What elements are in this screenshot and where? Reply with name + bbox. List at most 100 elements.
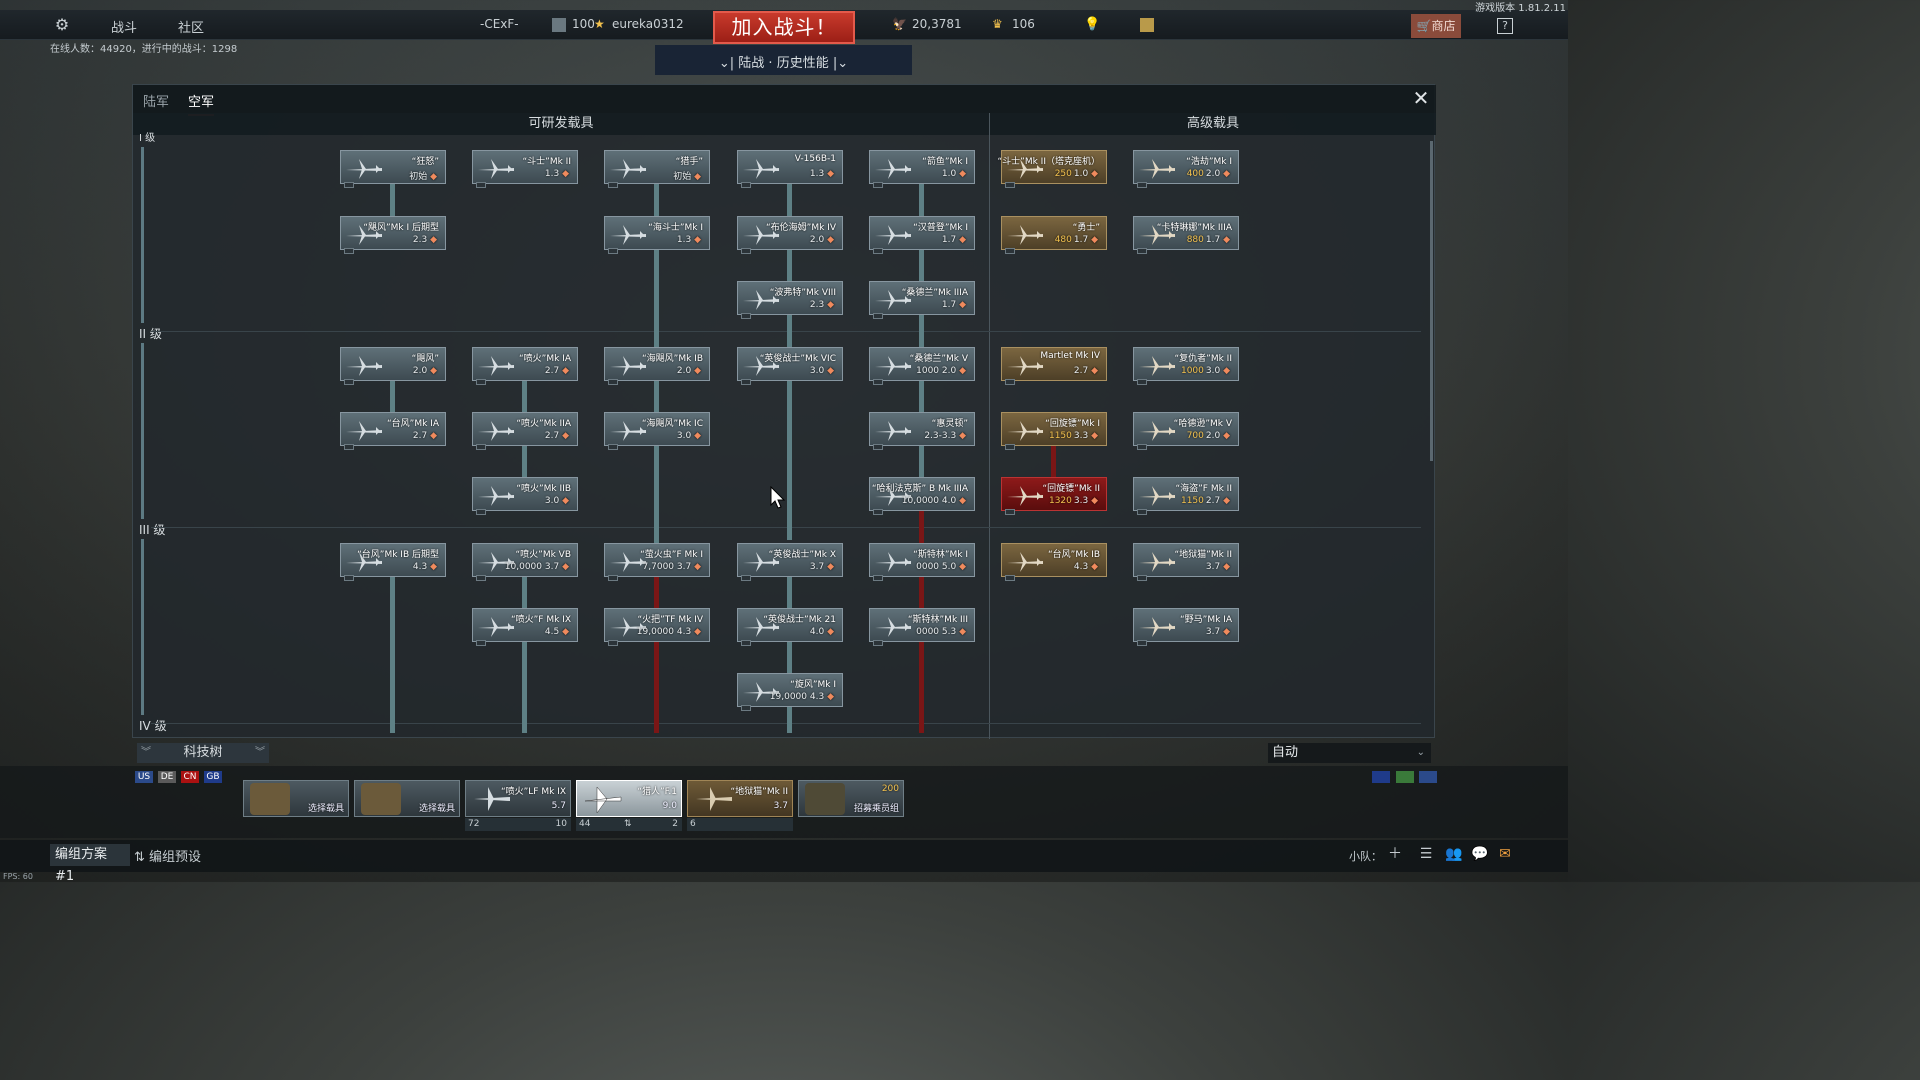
tech-tree-toggle[interactable]: ︾ 科技树 ︾ (137, 743, 269, 763)
plane-icon (743, 159, 779, 179)
vehicle-card[interactable]: “布伦海姆”Mk IV 2.0 ◆ (737, 216, 843, 254)
premium-vehicle-card[interactable]: “地狱猫”Mk II 3.7 ◆ (1133, 543, 1239, 581)
vehicle-card[interactable]: “台风”Mk IA 2.7 ◆ (340, 412, 446, 450)
auto-select[interactable]: 自动 ⌄ (1268, 743, 1431, 763)
vehicle-card[interactable]: “喷火”Mk IIA 2.7 ◆ (472, 412, 578, 450)
nav-battle[interactable]: 战斗 (111, 17, 137, 36)
plane-icon (478, 421, 514, 441)
vehicle-card[interactable]: “海飓风”Mk IC 3.0 ◆ (604, 412, 710, 450)
vehicle-card[interactable]: “惠灵顿” 2.3-3.3 ◆ (869, 412, 975, 450)
vehicle-card[interactable]: “斗士”Mk II 1.3 ◆ (472, 150, 578, 188)
premium-vehicle-card[interactable]: “海盗”F Mk II 1150 2.7 ◆ (1133, 477, 1239, 515)
premium-vehicle-card[interactable]: “浩劫”Mk I 400 2.0 ◆ (1133, 150, 1239, 188)
crew-slot-hunter[interactable]: “猎人”F.1 9.0 (576, 780, 682, 817)
crew-slot-hellcat[interactable]: “地狱猫”Mk II 3.7 (687, 780, 793, 817)
vehicle-card[interactable]: “英俊战士”Mk 21 4.0 ◆ (737, 608, 843, 646)
vehicle-card[interactable]: “火把”TF Mk IV 19,0000 4.3 ◆ (604, 608, 710, 646)
vehicle-card[interactable]: “箭鱼”Mk I 1.0 ◆ (869, 150, 975, 188)
join-battle-button[interactable]: 加入战斗！ (713, 11, 855, 44)
vehicle-card[interactable]: “萤火虫”F Mk I 7,7000 3.7 ◆ (604, 543, 710, 581)
username[interactable]: eureka0312 (612, 17, 684, 31)
vehicle-cost-br: 1000 3.0 ◆ (1181, 366, 1232, 376)
vehicle-card[interactable]: “哈利法克斯” B Mk IIIA 10,0000 4.0 ◆ (869, 477, 975, 515)
slot-tag (1005, 379, 1015, 385)
rank-divider (151, 527, 1421, 528)
slot-tag (1137, 640, 1147, 646)
recruit-crew-slot[interactable]: 200 招募乘员组 (798, 780, 904, 817)
crew-slot-empty[interactable]: 选择载具 (243, 780, 349, 817)
flag-icon[interactable] (1396, 771, 1414, 783)
tab-ground[interactable]: 陆军 (143, 91, 169, 110)
crew-slot-spitfire[interactable]: “喷火”LF Mk IX 5.7 (465, 780, 571, 817)
premium-vehicle-card[interactable]: “斗士”Mk II（塔克座机） 250 1.0 ◆ (998, 150, 1107, 188)
vehicle-card[interactable]: “斯特林”Mk I 0000 5.0 ◆ (869, 543, 975, 581)
close-icon[interactable]: ✕ (1410, 87, 1432, 109)
game-mode-selector[interactable]: ⌄| 陆战 · 历史性能 |⌄ (655, 45, 912, 75)
version-text: 游戏版本 1.81.2.11 (1475, 3, 1566, 14)
premium-vehicle-card[interactable]: “回旋镖”Mk I 1150 3.3 ◆ (1001, 412, 1107, 450)
flag-icon[interactable] (1372, 771, 1390, 783)
premium-vehicle-card[interactable]: “勇士” 480 1.7 ◆ (1001, 216, 1107, 254)
plane-icon (1007, 552, 1043, 572)
vehicle-name: “喷火”Mk IIB (516, 484, 571, 494)
vehicle-card[interactable]: V-156B-1 1.3 ◆ (737, 150, 843, 188)
vehicle-card[interactable]: “飓风” 2.0 ◆ (340, 347, 446, 385)
scrollbar[interactable] (1430, 141, 1433, 461)
slot-tag (344, 444, 354, 450)
achievement-icon[interactable] (1140, 18, 1154, 32)
vehicle-card[interactable]: “斯特林”Mk III 0000 5.3 ◆ (869, 608, 975, 646)
swap-icon[interactable]: ⇅ (624, 818, 632, 831)
research-icon: ◆ (1223, 169, 1230, 179)
crew-slot-empty[interactable]: 选择载具 (354, 780, 460, 817)
help-button[interactable]: ? (1497, 18, 1513, 34)
preset-edit[interactable]: ⇅ 编组预设 (134, 846, 201, 865)
list-icon[interactable]: ☰ (1418, 846, 1434, 862)
vehicle-card[interactable]: “狂怒” 初始 ◆ (340, 150, 446, 188)
vehicle-name: “火把”TF Mk IV (637, 615, 703, 625)
premium-vehicle-card[interactable]: “哈德逊”Mk V 700 2.0 ◆ (1133, 412, 1239, 450)
flag-gb-icon[interactable]: GB (204, 771, 222, 783)
premium-vehicle-card[interactable]: Martlet Mk IV 2.7 ◆ (1001, 347, 1107, 385)
vehicle-card[interactable]: “喷火”F Mk IX 4.5 ◆ (472, 608, 578, 646)
vehicle-card[interactable]: “波弗特”Mk VIII 2.3 ◆ (737, 281, 843, 319)
mail-icon[interactable]: ✉ (1497, 846, 1513, 862)
premium-vehicle-card[interactable]: “台风”Mk IB 4.3 ◆ (1001, 543, 1107, 581)
nav-community[interactable]: 社区 (178, 17, 204, 36)
vehicle-name: “波弗特”Mk VIII (769, 288, 836, 298)
vehicle-card[interactable]: “桑德兰”Mk V 1000 2.0 ◆ (869, 347, 975, 385)
chat-icon[interactable]: 💬 (1471, 846, 1488, 862)
vehicle-card[interactable]: “台风”Mk IB 后期型 4.3 ◆ (340, 543, 446, 581)
preset-selector[interactable]: 编组方案 #1 (50, 844, 130, 884)
vehicle-card[interactable]: “桑德兰”Mk IIIA 1.7 ◆ (869, 281, 975, 319)
vehicle-card[interactable]: “英俊战士”Mk VIC 3.0 ◆ (737, 347, 843, 385)
vehicle-card[interactable]: “汉普登”Mk I 1.7 ◆ (869, 216, 975, 254)
vehicle-card[interactable]: “喷火”Mk VB 10,0000 3.7 ◆ (472, 543, 578, 581)
avatar[interactable] (552, 18, 566, 32)
lightbulb-icon[interactable]: 💡 (1084, 17, 1100, 32)
vehicle-card[interactable]: “海飓风”Mk IB 2.0 ◆ (604, 347, 710, 385)
gear-icon[interactable]: ⚙ (53, 16, 71, 34)
vehicle-name: “台风”Mk IB (1048, 550, 1100, 560)
vehicle-card[interactable]: “喷火”Mk IA 2.7 ◆ (472, 347, 578, 385)
add-squad-icon[interactable]: ＋ (1387, 846, 1403, 862)
vehicle-card[interactable]: “飓风”Mk I 后期型 2.3 ◆ (340, 216, 446, 254)
slot-tag (476, 444, 486, 450)
shop-button[interactable]: 🛒商店 (1411, 14, 1461, 38)
premium-vehicle-card[interactable]: “野马”Mk IA 3.7 ◆ (1133, 608, 1239, 646)
flag-us-icon[interactable]: US (135, 771, 153, 783)
flag-cn-icon[interactable]: CN (181, 771, 199, 783)
vehicle-card[interactable]: “猎手” 初始 ◆ (604, 150, 710, 188)
vehicle-br: 1.0 ◆ (941, 169, 966, 179)
plane-icon (696, 787, 732, 811)
vehicle-card[interactable]: “喷火”Mk IIB 3.0 ◆ (472, 477, 578, 515)
premium-vehicle-card[interactable]: “卡特琳娜”Mk IIIA 880 1.7 ◆ (1133, 216, 1239, 254)
vehicle-card[interactable]: “旋风”Mk I 19,0000 4.3 ◆ (737, 673, 843, 711)
contacts-icon[interactable]: 👥 (1445, 846, 1462, 862)
flag-de-icon[interactable]: DE (158, 771, 176, 783)
vehicle-card[interactable]: “海斗士”Mk I 1.3 ◆ (604, 216, 710, 254)
plane-icon (346, 159, 382, 179)
flag-icon[interactable] (1419, 771, 1437, 783)
premium-vehicle-card[interactable]: “回旋镖”Mk II 1320 3.3 ◆ (1001, 477, 1107, 515)
premium-vehicle-card[interactable]: “复仇者”Mk II 1000 3.0 ◆ (1133, 347, 1239, 385)
vehicle-card[interactable]: “英俊战士”Mk X 3.7 ◆ (737, 543, 843, 581)
